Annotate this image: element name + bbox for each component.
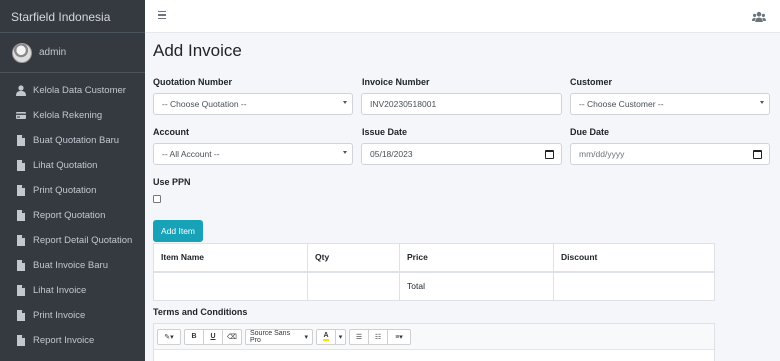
- sidebar: Starfield Indonesia admin Kelola Data Cu…: [0, 0, 145, 361]
- table-row-total: Total: [153, 271, 715, 301]
- sidebar-item-label: Print Quotation: [33, 185, 97, 196]
- sidebar-item-kelola-data-customer[interactable]: Kelola Data Customer: [0, 78, 145, 103]
- calendar-icon[interactable]: [545, 150, 554, 159]
- sidebar-item-label: Kelola Data Customer: [33, 85, 126, 96]
- list-button-group: ☰ ☷ ≡▾: [349, 328, 411, 345]
- issue-date-label: Issue Date: [362, 127, 408, 137]
- sidebar-item-kelola-rekening[interactable]: Kelola Rekening: [0, 103, 145, 128]
- text-color-button[interactable]: A: [316, 328, 336, 345]
- users-icon[interactable]: [752, 10, 766, 22]
- items-table: Item Name Qty Price Discount Total: [153, 243, 715, 301]
- font-family-value: Source Sans Pro: [250, 329, 291, 344]
- sidebar-item-label: Report Quotation: [33, 210, 106, 221]
- quotation-number-value: -- Choose Quotation --: [162, 99, 247, 109]
- invoice-number-value: INV20230518001: [370, 99, 437, 109]
- underline-button[interactable]: U: [203, 328, 223, 345]
- sidebar-nav: Kelola Data Customer Kelola Rekening Bua…: [0, 73, 145, 353]
- magic-wand-icon[interactable]: ✎▾: [157, 328, 181, 345]
- account-label: Account: [153, 127, 189, 137]
- file-icon: [16, 235, 26, 246]
- sidebar-item-print-invoice[interactable]: Print Invoice: [0, 303, 145, 328]
- table-header-row: Item Name Qty Price Discount: [153, 243, 715, 273]
- bold-button[interactable]: B: [184, 328, 204, 345]
- column-header-qty: Qty: [307, 243, 400, 273]
- user-name[interactable]: admin: [39, 47, 66, 58]
- use-ppn-label: Use PPN: [153, 177, 191, 187]
- file-icon: [16, 160, 26, 171]
- sidebar-item-report-quotation[interactable]: Report Quotation: [0, 203, 145, 228]
- credit-card-icon: [16, 110, 26, 121]
- issue-date-value: 05/18/2023: [370, 149, 413, 159]
- sidebar-item-lihat-quotation[interactable]: Lihat Quotation: [0, 153, 145, 178]
- file-icon: [16, 135, 26, 146]
- sidebar-item-label: Lihat Quotation: [33, 160, 98, 171]
- user-panel[interactable]: admin: [0, 33, 145, 73]
- due-date-placeholder: mm/dd/yyyy: [579, 149, 625, 159]
- sidebar-item-label: Buat Quotation Baru: [33, 135, 120, 146]
- file-icon: [16, 185, 26, 196]
- terms-editor[interactable]: ✎▾ B U ⌫ Source Sans Pro ▾ A ▾ ☰ ☷ ≡▾: [153, 323, 715, 361]
- sidebar-item-label: Lihat Invoice: [33, 285, 87, 296]
- file-icon: [16, 210, 26, 221]
- brand-name[interactable]: Starfield Indonesia: [0, 0, 145, 33]
- chevron-down-icon: [343, 151, 347, 154]
- sidebar-item-buat-quotation-baru[interactable]: Buat Quotation Baru: [0, 128, 145, 153]
- unordered-list-icon[interactable]: ☰: [349, 328, 369, 345]
- file-icon: [16, 335, 26, 346]
- quotation-number-label: Quotation Number: [153, 77, 232, 87]
- main-content: Add Invoice Quotation Number -- Choose Q…: [145, 33, 780, 361]
- column-header-item-name: Item Name: [153, 243, 308, 273]
- chevron-down-icon: [760, 101, 764, 104]
- table-cell: [553, 271, 715, 301]
- issue-date-input[interactable]: 05/18/2023: [361, 143, 562, 165]
- calendar-icon[interactable]: [753, 150, 762, 159]
- column-header-discount: Discount: [553, 243, 715, 273]
- sidebar-item-lihat-invoice[interactable]: Lihat Invoice: [0, 278, 145, 303]
- account-value: -- All Account --: [162, 149, 220, 159]
- use-ppn-checkbox[interactable]: [153, 195, 161, 203]
- customer-value: -- Choose Customer --: [579, 99, 664, 109]
- sidebar-item-buat-invoice-baru[interactable]: Buat Invoice Baru: [0, 253, 145, 278]
- font-color-icon: A: [323, 332, 329, 341]
- topbar: [145, 0, 780, 33]
- invoice-number-input[interactable]: INV20230518001: [361, 93, 562, 115]
- eraser-icon[interactable]: ⌫: [222, 328, 242, 345]
- table-cell: [153, 271, 308, 301]
- total-label: Total: [399, 271, 554, 301]
- sidebar-item-label: Report Invoice: [33, 335, 95, 346]
- paragraph-align-icon[interactable]: ≡▾: [387, 328, 411, 345]
- color-dropdown-icon[interactable]: ▾: [335, 328, 346, 345]
- chevron-down-icon: [343, 101, 347, 104]
- terms-label: Terms and Conditions: [153, 307, 248, 317]
- due-date-input[interactable]: mm/dd/yyyy: [570, 143, 770, 165]
- customer-select[interactable]: -- Choose Customer --: [570, 93, 770, 115]
- sidebar-item-label: Buat Invoice Baru: [33, 260, 108, 271]
- sidebar-item-report-invoice[interactable]: Report Invoice: [0, 328, 145, 353]
- invoice-number-label: Invoice Number: [362, 77, 430, 87]
- user-icon: [16, 85, 26, 96]
- file-icon: [16, 310, 26, 321]
- editor-toolbar: ✎▾ B U ⌫ Source Sans Pro ▾ A ▾ ☰ ☷ ≡▾: [154, 324, 714, 350]
- font-family-dropdown[interactable]: Source Sans Pro ▾: [245, 328, 313, 345]
- sidebar-item-label: Print Invoice: [33, 310, 86, 321]
- table-cell: [307, 271, 400, 301]
- menu-toggle-icon[interactable]: [158, 11, 166, 20]
- due-date-label: Due Date: [570, 127, 610, 137]
- quotation-number-select[interactable]: -- Choose Quotation --: [153, 93, 353, 115]
- style-button-group: B U ⌫: [184, 328, 242, 345]
- sidebar-item-label: Report Detail Quotation: [33, 235, 133, 246]
- account-select[interactable]: -- All Account --: [153, 143, 353, 165]
- column-header-price: Price: [399, 243, 554, 273]
- page-title: Add Invoice: [153, 41, 242, 60]
- avatar[interactable]: [12, 42, 32, 63]
- ordered-list-icon[interactable]: ☷: [368, 328, 388, 345]
- sidebar-item-report-detail-quotation[interactable]: Report Detail Quotation: [0, 228, 145, 253]
- color-button-group: A ▾: [316, 328, 346, 345]
- sidebar-item-print-quotation[interactable]: Print Quotation: [0, 178, 145, 203]
- sidebar-item-label: Kelola Rekening: [33, 110, 103, 121]
- file-icon: [16, 260, 26, 271]
- add-item-button[interactable]: Add Item: [153, 220, 203, 242]
- customer-label: Customer: [570, 77, 613, 87]
- file-icon: [16, 285, 26, 296]
